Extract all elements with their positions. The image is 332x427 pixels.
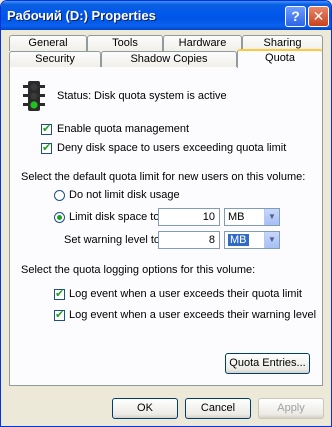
properties-window: Рабочий (D:) Properties ? ✕ General Tool… — [0, 0, 332, 427]
tab-shadow-copies[interactable]: Shadow Copies — [101, 51, 237, 67]
deny-disk-space-checkbox[interactable]: ✔ — [41, 143, 52, 154]
title-bar[interactable]: Рабочий (D:) Properties ? ✕ — [1, 1, 331, 30]
traffic-light-icon — [23, 81, 45, 111]
deny-disk-space-label[interactable]: Deny disk space to users exceeding quota… — [57, 142, 286, 154]
ok-button[interactable]: OK — [112, 398, 178, 419]
default-limit-heading: Select the default quota limit for new u… — [21, 171, 306, 183]
no-limit-label[interactable]: Do not limit disk usage — [69, 189, 180, 201]
status-text: Disk quota system is active — [94, 90, 227, 102]
warning-unit-select[interactable]: MB ▼ — [224, 231, 280, 249]
warning-unit-value: MB — [228, 234, 249, 246]
enable-quota-checkbox[interactable]: ✔ — [41, 124, 52, 135]
limit-disk-space-radio[interactable] — [54, 212, 65, 223]
quota-panel: Status: Disk quota system is active ✔ En… — [9, 66, 323, 386]
enable-quota-label[interactable]: Enable quota management — [57, 123, 189, 135]
chevron-down-icon[interactable]: ▼ — [264, 209, 279, 225]
chevron-down-icon[interactable]: ▼ — [264, 232, 279, 248]
status-label: Status: — [57, 90, 92, 102]
close-button[interactable]: ✕ — [308, 6, 329, 27]
log-warning-label[interactable]: Log event when a user exceeds their warn… — [69, 309, 316, 321]
limit-value-input[interactable]: 10 — [158, 208, 220, 226]
logging-heading: Select the quota logging options for thi… — [21, 264, 256, 276]
log-limit-checkbox[interactable]: ✔ — [54, 289, 65, 300]
cancel-button[interactable]: Cancel — [185, 398, 251, 419]
limit-disk-space-label[interactable]: Limit disk space to — [69, 211, 159, 223]
tab-quota[interactable]: Quota — [237, 49, 323, 68]
warning-level-label: Set warning level to — [64, 234, 160, 246]
tab-hardware[interactable]: Hardware — [163, 35, 242, 51]
limit-unit-select[interactable]: MB ▼ — [224, 208, 280, 226]
apply-button[interactable]: Apply — [258, 398, 324, 419]
log-warning-checkbox[interactable]: ✔ — [54, 310, 65, 321]
window-title: Рабочий (D:) Properties — [7, 8, 156, 23]
log-limit-label[interactable]: Log event when a user exceeds their quot… — [69, 288, 302, 300]
warning-value-input[interactable]: 8 — [158, 231, 220, 249]
help-button[interactable]: ? — [285, 6, 306, 27]
limit-unit-value: MB — [228, 211, 245, 223]
quota-entries-button[interactable]: Quota Entries... — [225, 353, 310, 374]
tab-general[interactable]: General — [9, 35, 87, 51]
no-limit-radio[interactable] — [54, 190, 65, 201]
tab-row-front: Security Shadow Copies Quota — [9, 49, 323, 68]
tab-security[interactable]: Security — [9, 51, 101, 67]
tab-tools[interactable]: Tools — [87, 35, 163, 51]
